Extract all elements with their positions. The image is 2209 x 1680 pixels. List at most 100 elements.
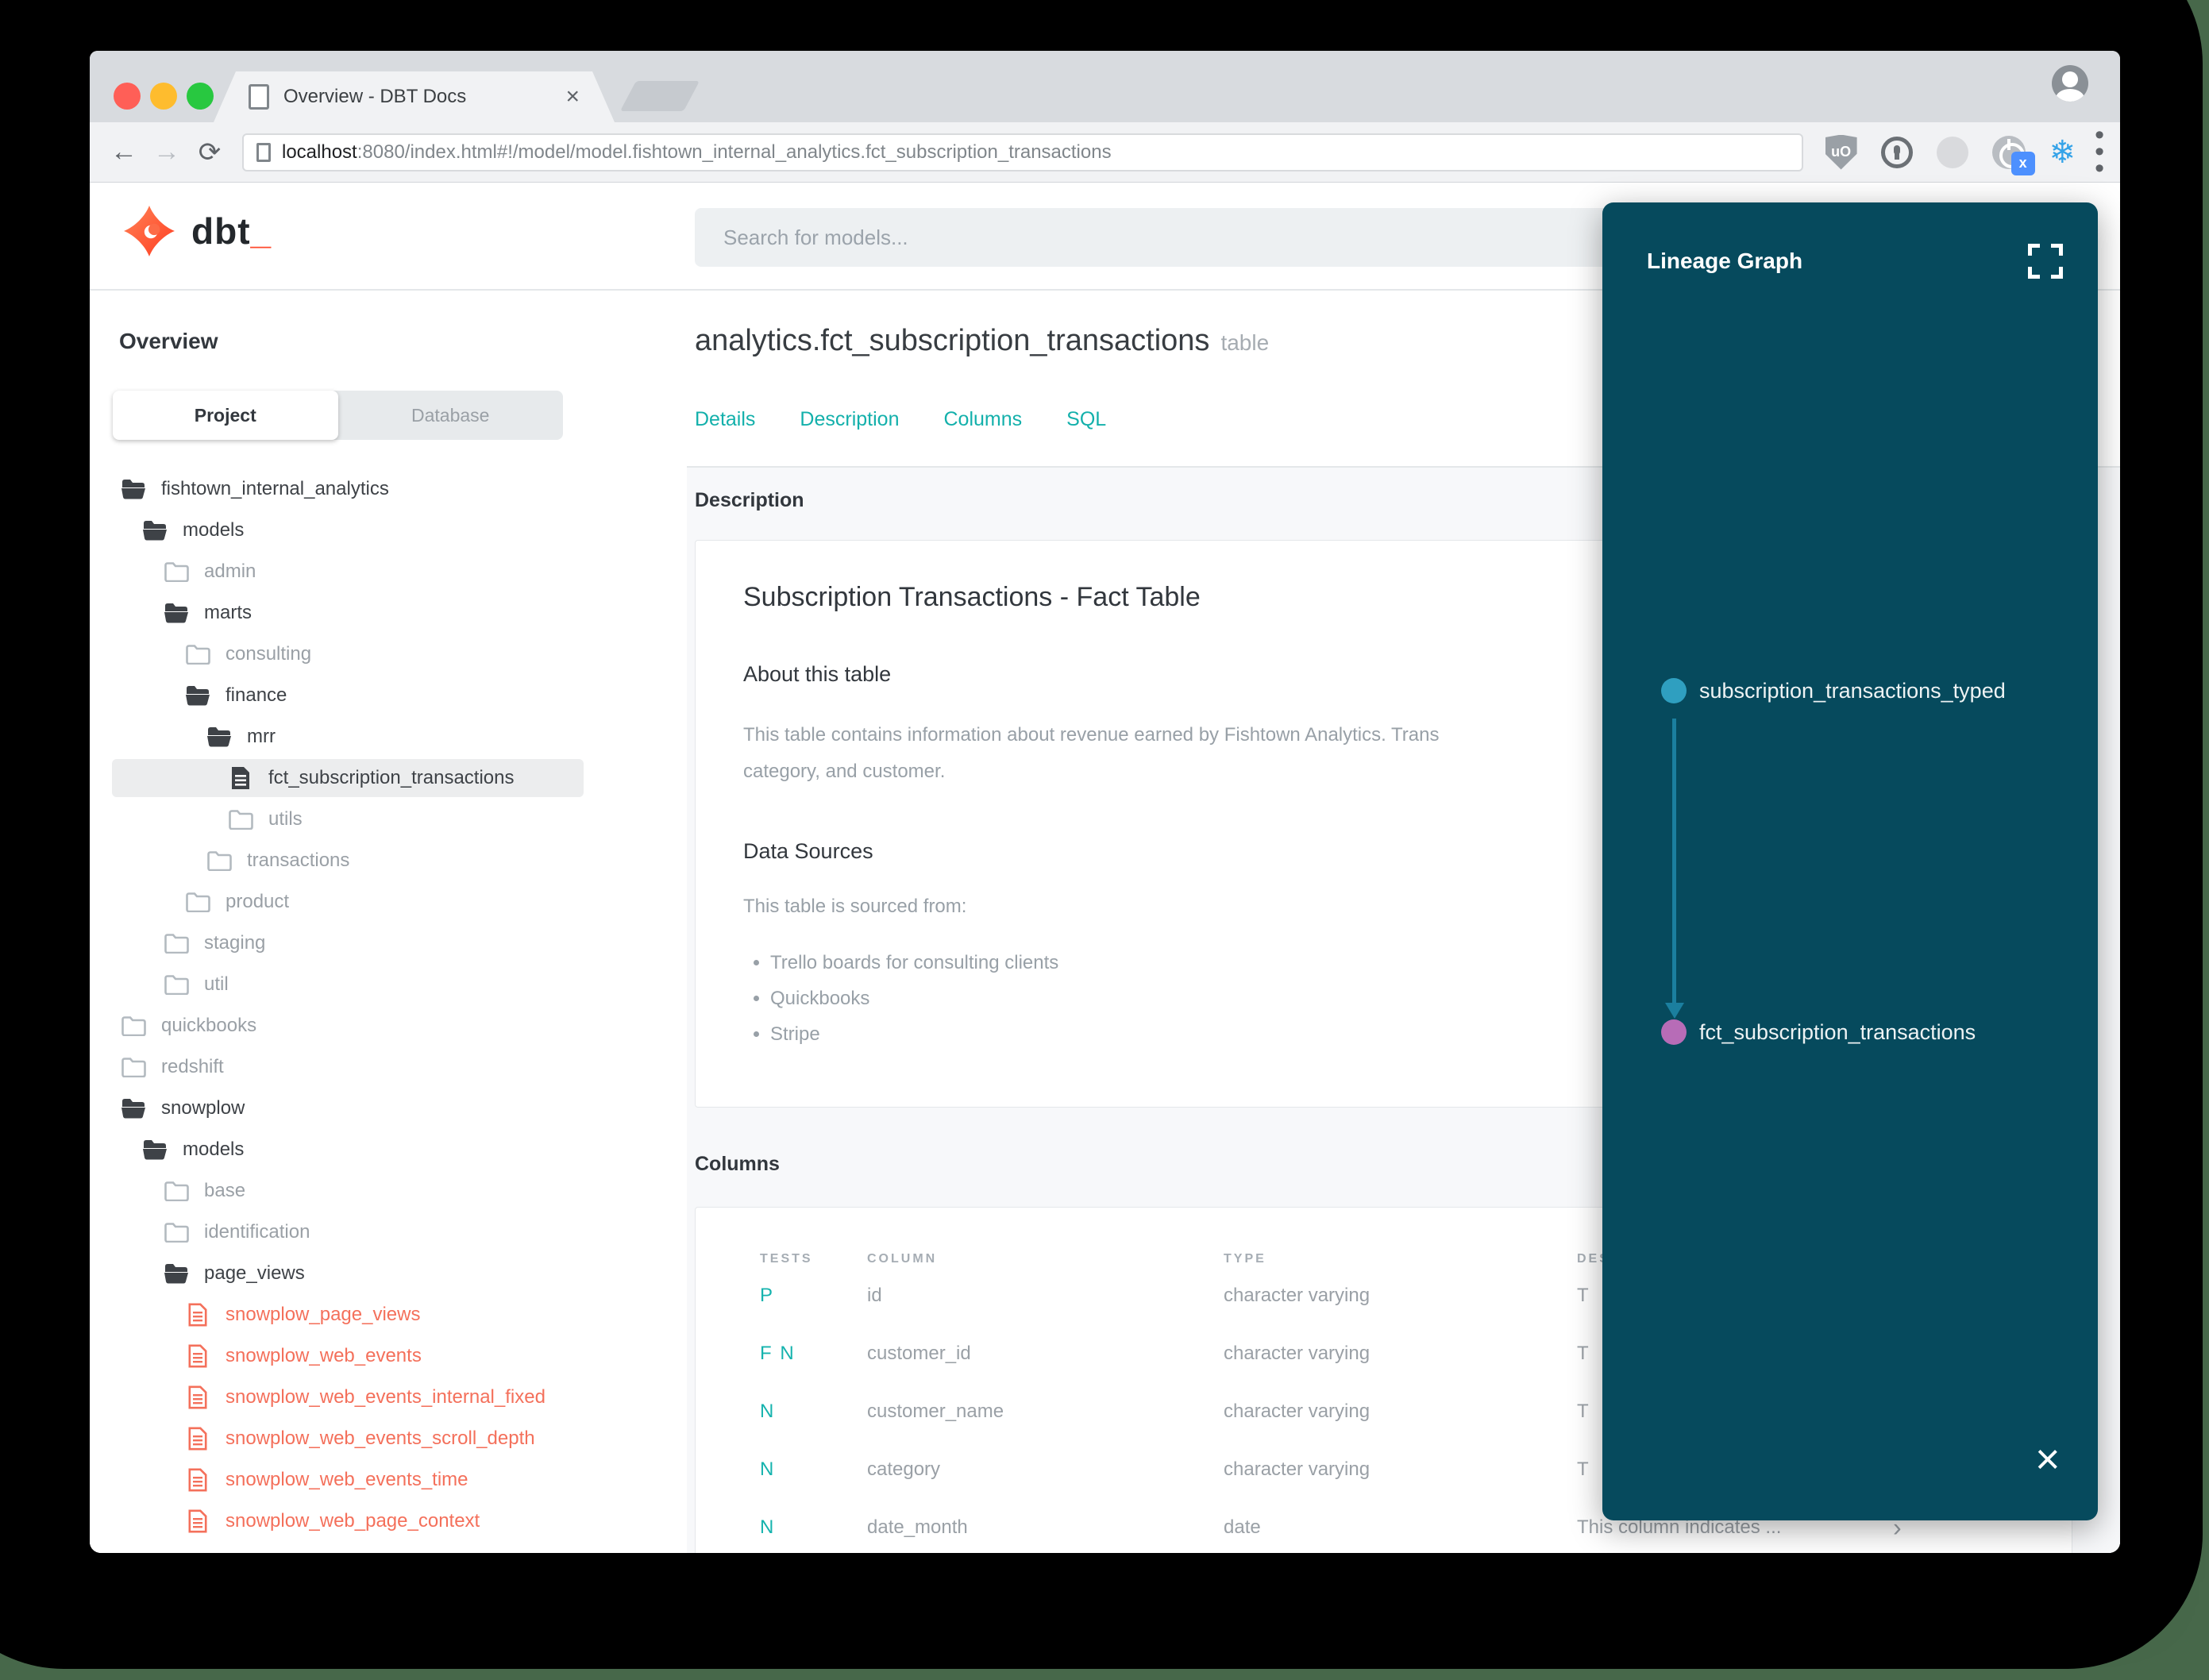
dbt-logo[interactable]: dbt_ [123, 205, 272, 257]
column-header-column: COLUMN [867, 1252, 938, 1266]
forward-icon[interactable]: → [145, 137, 188, 168]
browser-tab-active[interactable]: Overview - DBT Docs × [214, 71, 615, 122]
reload-icon[interactable]: ⟳ [188, 137, 231, 168]
tree-item-mrr[interactable]: mrr [90, 716, 687, 757]
tree-item-snowplow_web_page_context[interactable]: snowplow_web_page_context [90, 1501, 687, 1542]
tree-item-label: redshift [161, 1056, 224, 1077]
back-icon[interactable]: ← [102, 137, 145, 168]
lineage-graph-title: Lineage Graph [1647, 249, 1803, 273]
folder-open-icon [120, 476, 147, 503]
tree-item-models[interactable]: models [90, 1129, 687, 1170]
tree-item-staging[interactable]: staging [90, 923, 687, 964]
url-text: localhost:8080/index.html#!/model/model.… [282, 141, 1112, 164]
tree-item-fct_subscription_transactions[interactable]: fct_subscription_transactions [90, 757, 687, 799]
folder-open-icon [141, 517, 168, 544]
extension-icons: uO x ❄ [1825, 134, 2076, 175]
tree-item-utils[interactable]: utils [90, 799, 687, 840]
lineage-node-upstream[interactable]: subscription_transactions_typed [1661, 678, 2006, 703]
page-title: analytics.fct_subscription_transactions t… [695, 324, 1270, 357]
tree-item-label: snowplow_web_page_context [226, 1510, 480, 1532]
tree-item-models[interactable]: models [90, 510, 687, 551]
file-red-icon [184, 1508, 211, 1535]
snowflake-icon[interactable]: ❄ [2049, 137, 2076, 168]
sidebar: Overview Project Database fishtown_intern… [90, 291, 687, 1553]
tree-item-label: util [204, 973, 229, 995]
sidebar-overview-link[interactable]: Overview [119, 329, 218, 354]
columns-section-label: Columns [695, 1153, 780, 1175]
file-dark-icon [227, 765, 254, 792]
url-bar[interactable]: localhost:8080/index.html#!/model/model.… [242, 133, 1803, 171]
tree-item-label: snowplow_web_events_scroll_depth [226, 1428, 535, 1449]
lineage-node-current[interactable]: fct_subscription_transactions [1661, 1019, 1976, 1045]
column-name: customer_id [867, 1342, 971, 1364]
fullscreen-icon[interactable] [2028, 244, 2063, 279]
tree-item-marts[interactable]: marts [90, 592, 687, 634]
tree-item-snowplow_web_events_scroll_depth[interactable]: snowplow_web_events_scroll_depth [90, 1418, 687, 1459]
column-name: id [867, 1284, 882, 1306]
tree-item-label: quickbooks [161, 1015, 257, 1036]
tree-item-redshift[interactable]: redshift [90, 1046, 687, 1088]
file-red-icon [184, 1384, 211, 1411]
profile-avatar[interactable] [2052, 65, 2088, 102]
model-tab-columns[interactable]: Columns [943, 408, 1022, 431]
materialization-badge: table [1220, 330, 1270, 355]
browser-menu-icon[interactable]: • • • [2095, 121, 2104, 182]
browser-toolbar: ← → ⟳ localhost:8080/index.html#!/model/… [90, 121, 2120, 183]
tree-item-snowplow_web_events[interactable]: snowplow_web_events [90, 1335, 687, 1377]
tests: N [760, 1400, 776, 1422]
tree-item-snowplow_web_events_time[interactable]: snowplow_web_events_time [90, 1459, 687, 1501]
model-tab-sql[interactable]: SQL [1066, 408, 1106, 431]
folder-open-icon [184, 682, 211, 709]
tree-item-quickbooks[interactable]: quickbooks [90, 1005, 687, 1046]
tree-item-finance[interactable]: finance [90, 675, 687, 716]
tree-item-snowplow_web_events_internal_fixed[interactable]: snowplow_web_events_internal_fixed [90, 1377, 687, 1418]
onepassword-icon[interactable] [1880, 136, 1913, 168]
tree-item-base[interactable]: base [90, 1170, 687, 1212]
tree-item-label: fct_subscription_transactions [268, 767, 515, 788]
lineage-edge-arrowhead [1665, 1003, 1684, 1019]
tree-item-admin[interactable]: admin [90, 551, 687, 592]
folder-open-icon [163, 599, 190, 626]
lineage-close-icon[interactable]: × [2035, 1438, 2061, 1481]
tree-item-label: fishtown_internal_analytics [161, 478, 389, 499]
tree-item-product[interactable]: product [90, 881, 687, 923]
column-type: character varying [1224, 1400, 1371, 1422]
tab-title: Overview - DBT Docs [283, 86, 467, 107]
tab-close-icon[interactable]: × [565, 85, 580, 109]
page-icon [256, 142, 271, 162]
folder-closed-icon [184, 641, 211, 668]
tree-item-label: page_views [204, 1262, 305, 1284]
tree-item-identification[interactable]: identification [90, 1212, 687, 1253]
fullscreen-window-button[interactable] [187, 83, 214, 110]
tree-item-util[interactable]: util [90, 964, 687, 1005]
tree-item-label: snowplow_page_views [226, 1304, 421, 1325]
file-red-icon [184, 1343, 211, 1370]
close-window-button[interactable] [114, 83, 141, 110]
folder-closed-icon [206, 847, 233, 874]
tree-item-snowplow_page_views[interactable]: snowplow_page_views [90, 1294, 687, 1335]
power-extension-icon[interactable]: x [1991, 135, 2035, 175]
column-type: character varying [1224, 1284, 1371, 1306]
sidebar-tab-project[interactable]: Project [113, 391, 338, 440]
tree-item-label: snowplow_web_events [226, 1345, 422, 1366]
tree-item-fishtown_internal_analytics[interactable]: fishtown_internal_analytics [90, 468, 687, 510]
model-tab-description[interactable]: Description [800, 408, 899, 431]
tree-item-label: marts [204, 602, 252, 623]
tree-item-snowplow[interactable]: snowplow [90, 1088, 687, 1129]
tree-item-consulting[interactable]: consulting [90, 634, 687, 675]
sidebar-tab-database[interactable]: Database [338, 391, 564, 440]
project-database-toggle: Project Database [113, 391, 563, 440]
screenshot-stage: Overview - DBT Docs × ← → ⟳ localhost:80… [0, 0, 2209, 1680]
new-tab-button[interactable] [619, 81, 700, 111]
ublock-shield-icon[interactable]: uO [1825, 134, 1857, 170]
tree-item-page_views[interactable]: page_views [90, 1253, 687, 1294]
minimize-window-button[interactable] [150, 83, 177, 110]
tests: N [760, 1516, 776, 1538]
model-tree: fishtown_internal_analytics models admin ma… [90, 468, 687, 1542]
model-tab-details[interactable]: Details [695, 408, 755, 431]
extension-circle-icon[interactable] [1936, 136, 1968, 168]
tree-item-transactions[interactable]: transactions [90, 840, 687, 881]
column-type: character varying [1224, 1342, 1371, 1364]
node-label: fct_subscription_transactions [1699, 1019, 1976, 1044]
tree-item-label: identification [204, 1221, 310, 1243]
